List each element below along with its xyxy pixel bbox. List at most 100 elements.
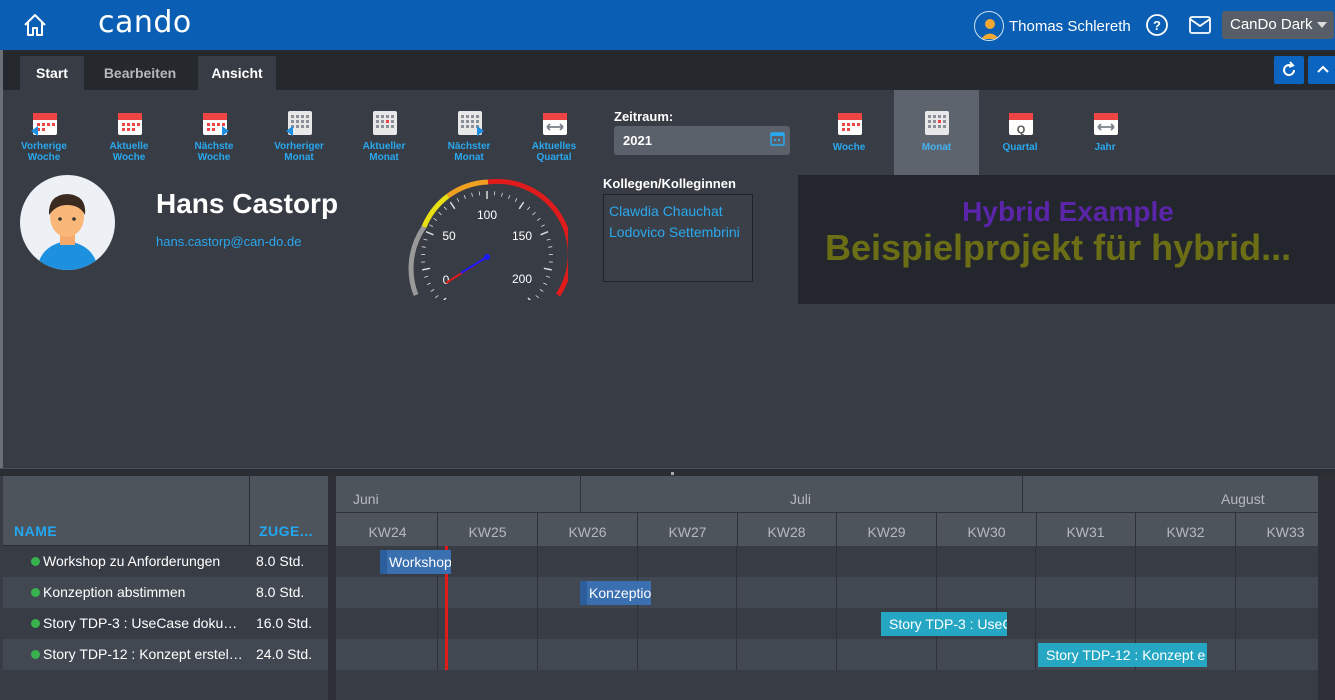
collapse-ribbon-button[interactable]	[1308, 56, 1335, 84]
week-label: KW27	[638, 513, 738, 547]
task-hours: 24.0 Std.	[256, 646, 313, 662]
profile-email[interactable]: hans.castorp@can-do.de	[156, 234, 301, 249]
help-icon[interactable]: ?	[1145, 13, 1169, 37]
month-header: Juli	[581, 476, 1023, 512]
current-week-label-2: Woche	[112, 152, 146, 163]
table-row[interactable]: Story TDP-3 : UseCase dokumentieren 16.0…	[3, 608, 328, 639]
view-week-button[interactable]: Woche	[809, 90, 889, 175]
previous-month-label-2: Monat	[284, 152, 314, 163]
gauge-tick	[433, 217, 438, 221]
week-view-icon	[838, 113, 862, 135]
vertical-scrollbar[interactable]	[1318, 476, 1335, 700]
next-month-button[interactable]: Nächster Monat	[429, 90, 509, 175]
column-header-zug-label: ZUGE...	[259, 523, 314, 539]
week-label: KW24	[338, 513, 438, 547]
gauge-tick	[429, 224, 434, 228]
colleague-item[interactable]: Lodovico Settembrini	[609, 222, 747, 243]
gantt-bar[interactable]: Story TDP-3 : UseC	[881, 612, 1007, 636]
calendar-icon	[118, 113, 142, 135]
date-picker-icon[interactable]	[770, 131, 785, 146]
previous-week-button[interactable]: Vorherige Woche	[4, 90, 84, 175]
gauge-tick	[421, 246, 426, 248]
next-week-button[interactable]: Nächste Woche	[174, 90, 254, 175]
refresh-button[interactable]	[1274, 56, 1304, 84]
gauge-tick	[543, 267, 552, 271]
status-dot	[31, 588, 40, 597]
gauge-tick	[426, 282, 431, 285]
week-label: KW30	[937, 513, 1037, 547]
gauge-tick	[501, 192, 503, 197]
grid-splitter[interactable]	[328, 476, 336, 700]
view-month-button[interactable]: Monat	[894, 90, 979, 175]
tab-bearbeiten[interactable]: Bearbeiten	[92, 56, 188, 90]
timeline: Juni Juli August KW24 KW25 KW26 KW27 KW2…	[336, 476, 1335, 700]
next-month-label-2: Monat	[454, 152, 484, 163]
current-quarter-button[interactable]: Aktuelles Quartal	[514, 90, 594, 175]
task-hours: 16.0 Std.	[256, 615, 313, 631]
view-week-label: Woche	[832, 142, 866, 153]
month-label: Juni	[353, 491, 379, 507]
week-label: KW26	[538, 513, 638, 547]
timeline-header: Juni Juli August KW24 KW25 KW26 KW27 KW2…	[336, 476, 1335, 547]
gauge-tick	[536, 217, 541, 221]
view-year-button[interactable]: Jahr	[1065, 90, 1145, 175]
week-label: KW25	[438, 513, 538, 547]
month-view-icon	[925, 111, 949, 135]
ribbon-toolbar: Vorherige Woche Aktuelle Woche Nächste Woch…	[0, 90, 1335, 175]
week-gridline	[736, 546, 737, 670]
hybrid-panel: Hybrid Example Beispielprojekt für hybri…	[798, 175, 1335, 304]
status-dot	[31, 650, 40, 659]
gantt-bar[interactable]: Story TDP-12 : Konzept e	[1038, 643, 1207, 667]
task-name: Workshop zu Anforderungen	[43, 553, 221, 569]
mail-icon[interactable]	[1188, 14, 1212, 36]
quarter-view-icon: Q	[1009, 113, 1033, 136]
app-logo[interactable]: cando	[98, 5, 192, 40]
table-row[interactable]: Story TDP-12 : Konzept erstellen 24.0 St…	[3, 639, 328, 670]
week-label: KW31	[1036, 513, 1136, 547]
week-gridline	[637, 546, 638, 670]
gauge-tick	[434, 295, 439, 299]
current-week-label-1: Aktuelle	[109, 141, 149, 152]
column-header-zug[interactable]: ZUGE...	[251, 476, 331, 546]
splitter-handle[interactable]	[0, 468, 1335, 476]
column-header-name[interactable]: NAME	[6, 476, 250, 546]
table-row[interactable]: Workshop zu Anforderungen 8.0 Std.	[3, 546, 328, 577]
week-gridline	[537, 546, 538, 670]
gauge-label-100: 100	[477, 208, 497, 222]
zeitraum-input[interactable]: 2021	[614, 126, 790, 155]
profile-name: Hans Castorp	[156, 188, 339, 219]
theme-select[interactable]: CanDo Dark	[1222, 11, 1334, 39]
top-bar: cando Thomas Schlereth ? CanDo Dark	[0, 0, 1335, 50]
theme-select-value: CanDo Dark	[1230, 16, 1313, 33]
gauge-needle-inner	[460, 256, 488, 274]
month-label: Juli	[790, 491, 812, 507]
quarter-icon	[543, 113, 567, 135]
gantt-bar[interactable]: Workshop	[380, 550, 451, 574]
week-gridline	[1035, 546, 1036, 670]
svg-text:Q: Q	[1017, 124, 1026, 136]
week-header-row: KW24 KW25 KW26 KW27 KW28 KW29 KW30 KW31 …	[336, 512, 1335, 547]
timeline-body: Workshop Konzeptio Story TDP-3 : UseC St…	[336, 546, 1335, 700]
gauge-tick	[442, 297, 447, 300]
gauge-tick	[527, 297, 532, 300]
current-month-button[interactable]: Aktueller Monat	[344, 90, 424, 175]
home-icon[interactable]	[20, 10, 50, 40]
user-menu[interactable]: Thomas Schlereth	[974, 11, 1131, 41]
gauge-label-150: 150	[512, 229, 532, 243]
previous-month-button[interactable]: Vorheriger Monat	[259, 90, 339, 175]
tab-start[interactable]: Start	[20, 56, 84, 90]
gauge-tick	[424, 275, 429, 278]
column-header-name-label: NAME	[14, 523, 58, 539]
colleague-item[interactable]: Clawdia Chauchat	[609, 201, 747, 222]
month-header: August	[1023, 476, 1318, 512]
table-row[interactable]: Konzeption abstimmen 8.0 Std.	[3, 577, 328, 608]
profile-avatar	[20, 175, 115, 270]
current-quarter-label-2: Quartal	[536, 152, 572, 163]
gauge-tick	[548, 246, 553, 248]
view-quarter-button[interactable]: Q Quartal	[980, 90, 1060, 175]
tab-ansicht[interactable]: Ansicht	[198, 56, 276, 90]
view-month-label: Monat	[921, 142, 952, 153]
gantt-bar[interactable]: Konzeptio	[580, 581, 651, 605]
current-week-button[interactable]: Aktuelle Woche	[89, 90, 169, 175]
gauge-tick	[535, 295, 540, 299]
